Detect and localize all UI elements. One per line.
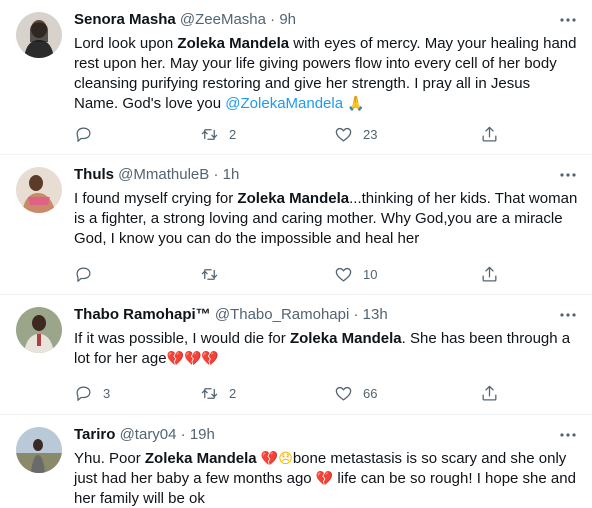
reply-button[interactable]: 3 (74, 383, 110, 403)
mention-link[interactable]: @ZolekaMandela (225, 95, 343, 112)
tweet-actions: 2 23 (74, 124, 524, 144)
broken-heart-emoji: 💔 (315, 471, 334, 487)
share-icon (482, 266, 497, 281)
share-button[interactable] (480, 264, 499, 284)
display-name[interactable]: Thuls (74, 166, 114, 183)
tweet-text: I found myself crying for Zoleka Mandela… (74, 189, 578, 249)
user-handle[interactable]: @MmathuleB (118, 166, 209, 183)
retweet-button[interactable] (200, 264, 219, 284)
praying-hands-emoji: 🙏 (347, 96, 365, 112)
more-icon[interactable] (558, 10, 578, 30)
like-button[interactable]: 10 (334, 264, 377, 284)
more-icon[interactable] (558, 165, 578, 185)
avatar[interactable] (16, 12, 62, 58)
tweet-actions: 10 (74, 264, 524, 284)
tweet[interactable]: Thabo Ramohapi™ @Thabo_Ramohapi · 13h If… (0, 295, 592, 415)
retweet-icon (201, 268, 218, 280)
tweet-feed: Senora Masha @ZeeMasha · 9h Lord look up… (0, 0, 592, 508)
separator-dot: · (353, 306, 359, 323)
retweet-icon (201, 387, 218, 399)
highlighted-term: Zoleka Mandela (237, 190, 350, 207)
display-name[interactable]: Senora Masha (74, 11, 176, 28)
tweet-actions: 3 2 66 (74, 383, 524, 403)
reply-icon (76, 267, 91, 282)
reply-button[interactable] (74, 264, 93, 284)
separator-dot: · (180, 426, 186, 443)
share-icon (482, 385, 497, 400)
disappointed-face-emoji: 😞 (278, 451, 293, 467)
like-button[interactable]: 66 (334, 383, 377, 403)
display-name[interactable]: Thabo Ramohapi™ (74, 306, 211, 323)
tweet[interactable]: Senora Masha @ZeeMasha · 9h Lord look up… (0, 0, 592, 155)
share-button[interactable] (480, 383, 499, 403)
avatar[interactable] (16, 427, 62, 473)
more-icon[interactable] (558, 305, 578, 325)
retweet-button[interactable]: 2 (200, 383, 236, 403)
tweet[interactable]: Thuls @MmathuleB · 1h I found myself cry… (0, 155, 592, 295)
text-segment: Yhu. Poor (74, 450, 145, 467)
tweet-text: Lord look upon Zoleka Mandela with eyes … (74, 34, 578, 114)
heart-icon (335, 267, 352, 281)
tweet[interactable]: Tariro @tary04 · 19h Yhu. Poor Zoleka Ma… (0, 415, 592, 508)
share-icon (482, 126, 497, 141)
text-segment: If it was possible, I would die for (74, 330, 290, 347)
separator-dot: · (213, 166, 219, 183)
tweet-header: Thabo Ramohapi™ @Thabo_Ramohapi · 13h (74, 305, 552, 325)
avatar[interactable] (16, 307, 62, 353)
reply-button[interactable] (74, 124, 93, 144)
timestamp[interactable]: 9h (279, 11, 296, 28)
like-count: 66 (363, 385, 378, 401)
timestamp[interactable]: 13h (363, 306, 388, 323)
reply-icon (76, 386, 91, 401)
tweet-text: Yhu. Poor Zoleka Mandela 💔😞bone metastas… (74, 449, 578, 508)
share-button[interactable] (480, 124, 499, 144)
timestamp[interactable]: 1h (223, 166, 240, 183)
highlighted-term: Zoleka Mandela (177, 35, 290, 52)
retweet-icon (201, 128, 218, 140)
separator-dot: · (270, 11, 276, 28)
display-name[interactable]: Tariro (74, 426, 115, 443)
text-segment: I found myself crying for (74, 190, 238, 207)
tweet-text: If it was possible, I would die for Zole… (74, 329, 578, 369)
like-count: 10 (363, 266, 378, 282)
retweet-button[interactable]: 2 (200, 124, 236, 144)
tweet-header: Senora Masha @ZeeMasha · 9h (74, 10, 552, 30)
broken-heart-emoji: 💔💔💔 (166, 351, 219, 367)
tweet-header: Thuls @MmathuleB · 1h (74, 165, 552, 185)
like-button[interactable]: 23 (334, 124, 377, 144)
highlighted-term: Zoleka Mandela (289, 330, 402, 347)
broken-heart-emoji: 💔 (260, 451, 279, 467)
text-segment: Lord look upon (74, 35, 178, 52)
more-icon[interactable] (558, 425, 578, 445)
heart-icon (335, 386, 352, 400)
tweet-header: Tariro @tary04 · 19h (74, 425, 552, 445)
user-handle[interactable]: @tary04 (120, 426, 177, 443)
highlighted-term: Zoleka Mandela (144, 450, 257, 467)
timestamp[interactable]: 19h (190, 426, 215, 443)
avatar[interactable] (16, 167, 62, 213)
user-handle[interactable]: @ZeeMasha (180, 11, 266, 28)
reply-count: 3 (103, 385, 111, 401)
retweet-count: 2 (229, 385, 237, 401)
reply-icon (76, 127, 91, 142)
user-handle[interactable]: @Thabo_Ramohapi (215, 306, 349, 323)
retweet-count: 2 (229, 126, 237, 142)
like-count: 23 (363, 126, 378, 142)
heart-icon (335, 127, 352, 141)
